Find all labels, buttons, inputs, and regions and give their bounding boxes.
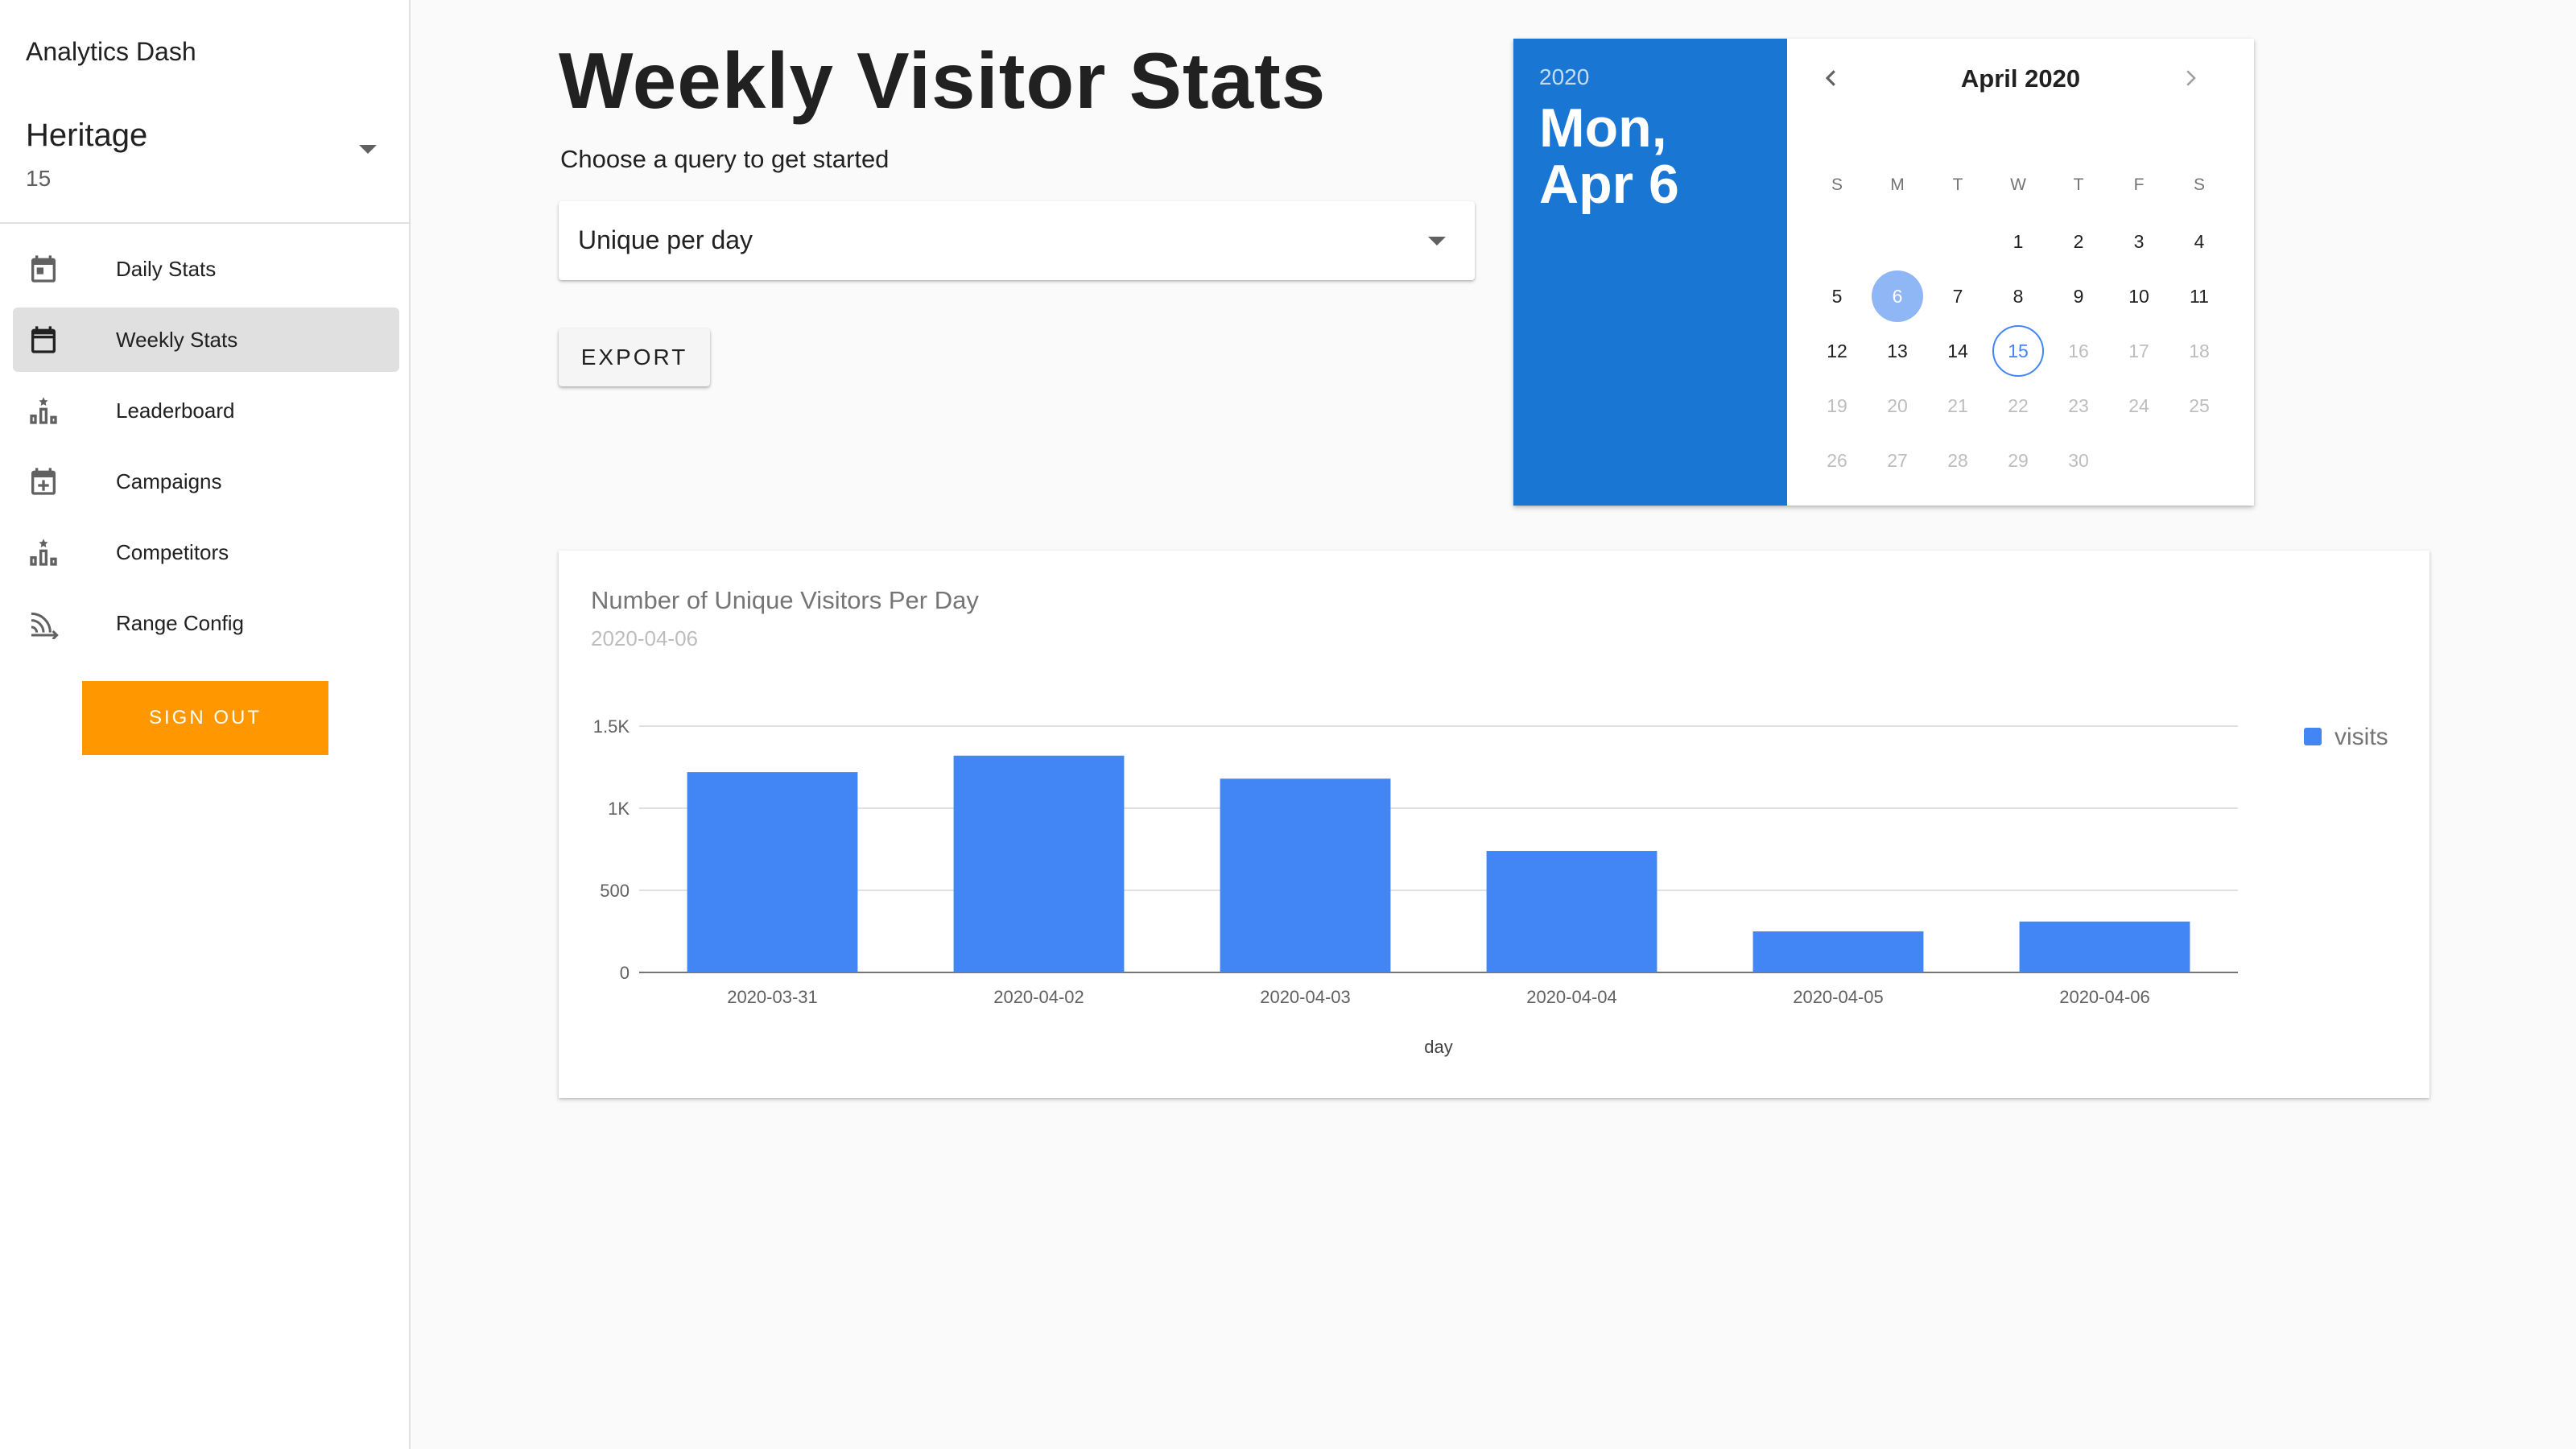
bar	[2019, 921, 2190, 972]
calendar-day: 26	[1827, 449, 1847, 471]
sidebar-item-label: Competitors	[116, 539, 229, 564]
calendar-day: 30	[2068, 449, 2089, 471]
calendar-plus-icon	[31, 468, 56, 495]
page-title: Weekly Visitor Stats	[559, 36, 1327, 125]
calendar-day[interactable]: 8	[1992, 270, 2044, 322]
y-tick-label: 1.5K	[593, 716, 630, 737]
bar	[1752, 931, 1924, 972]
calendar-day: 28	[1947, 449, 1968, 471]
sidebar: Analytics Dash Heritage 15 Daily Stats W…	[0, 0, 411, 1449]
date-picker-header: 2020 Mon, Apr 6	[1513, 39, 1787, 506]
weekday-label: S	[1831, 175, 1843, 194]
calendar-day[interactable]: 15	[1992, 325, 2044, 377]
calendar-day[interactable]: 12	[1811, 325, 1863, 377]
x-tick-label: 2020-04-04	[1526, 987, 1617, 1007]
weekday-label: T	[1952, 175, 1963, 194]
calendar-day: 22	[2008, 394, 2029, 416]
export-button[interactable]: EXPORT	[559, 328, 710, 386]
leaderboard-icon	[30, 539, 57, 566]
sidebar-divider	[0, 222, 409, 224]
calendar-week-icon	[31, 326, 56, 353]
page-subtitle: Choose a query to get started	[560, 145, 890, 173]
legend-swatch	[2304, 728, 2322, 745]
calendar-day[interactable]: 7	[1932, 270, 1984, 322]
range-icon	[31, 612, 59, 639]
weekday-label: S	[2193, 175, 2205, 194]
weekday-label: F	[2133, 175, 2145, 194]
date-picker: 2020 Mon, Apr 6 April 2020 SMTWTFS123456…	[1513, 39, 2254, 506]
project-count: 15	[26, 166, 52, 191]
date-picker-body: April 2020 S M T W T F S 1 2 3 4 5 6 7 8 9 10 11 12 13 14 15 1…	[1787, 39, 2254, 506]
chevron-right-icon[interactable]	[2178, 66, 2202, 90]
calendar-day[interactable]: 10	[2113, 270, 2165, 322]
calendar-day[interactable]: 11	[2174, 270, 2225, 322]
sidebar-nav: Daily Stats Weekly Stats Leaderboard Cam…	[13, 237, 399, 662]
bar	[687, 772, 858, 972]
calendar-day: 27	[1887, 449, 1908, 471]
sidebar-item-label: Leaderboard	[116, 398, 235, 423]
x-tick-label: 2020-04-03	[1260, 987, 1351, 1007]
bar	[1486, 851, 1657, 972]
calendar-day[interactable]: 1	[1992, 216, 2044, 267]
y-tick-label: 0	[620, 963, 630, 983]
weekday-label: T	[2073, 175, 2084, 194]
calendar-day: 18	[2189, 340, 2210, 361]
project-name[interactable]: Heritage	[26, 118, 147, 154]
y-tick-label: 1K	[608, 799, 630, 819]
legend-label: visits	[2334, 724, 2388, 750]
x-axis-label: day	[1424, 1037, 1452, 1057]
calendar-day: 19	[1827, 394, 1847, 416]
bar	[1220, 778, 1391, 972]
chevron-down-icon	[1428, 237, 1446, 246]
app-title: Analytics Dash	[26, 37, 196, 66]
x-tick-label: 2020-03-31	[727, 987, 818, 1007]
weekday-label: M	[1890, 175, 1905, 194]
query-select[interactable]: Unique per day	[559, 201, 1475, 280]
calendar-day[interactable]: 6	[1872, 270, 1923, 322]
sidebar-item-label: Range Config	[116, 610, 244, 635]
calendar-icon	[31, 255, 56, 283]
sidebar-item-daily-stats[interactable]: Daily Stats	[13, 237, 399, 301]
calendar-day[interactable]: 4	[2174, 216, 2225, 267]
calendar-day[interactable]: 9	[2053, 270, 2104, 322]
sign-out-button[interactable]: SIGN OUT	[82, 681, 328, 755]
calendar-day[interactable]: 2	[2053, 216, 2104, 267]
x-tick-label: 2020-04-06	[2059, 987, 2150, 1007]
date-picker-selected-date: Mon, Apr 6	[1539, 97, 1679, 215]
calendar-day: 20	[1887, 394, 1908, 416]
calendar-day[interactable]: 5	[1811, 270, 1863, 322]
sidebar-item-weekly-stats[interactable]: Weekly Stats	[13, 308, 399, 372]
calendar-day: 16	[2068, 340, 2089, 361]
calendar-day: 29	[2008, 449, 2029, 471]
calendar-day: 21	[1947, 394, 1968, 416]
sidebar-item-competitors[interactable]: Competitors	[13, 520, 399, 584]
chart-card: Number of Unique Visitors Per Day 2020-0…	[559, 551, 2429, 1098]
calendar-day[interactable]: 14	[1932, 325, 1984, 377]
sidebar-item-range-config[interactable]: Range Config	[13, 591, 399, 655]
date-picker-year[interactable]: 2020	[1539, 64, 1589, 90]
calendar-day[interactable]: 3	[2113, 216, 2165, 267]
bar	[953, 755, 1125, 972]
bar-chart: 0 500 1K 1.5K 2020-03-31 2020-04-02 2020-04-03…	[593, 716, 2388, 1057]
sidebar-item-label: Daily Stats	[116, 256, 217, 281]
calendar-day: 23	[2068, 394, 2089, 416]
calendar-day[interactable]: 13	[1872, 325, 1923, 377]
y-tick-label: 500	[600, 881, 630, 901]
x-tick-label: 2020-04-02	[993, 987, 1084, 1007]
sidebar-item-label: Campaigns	[116, 469, 222, 493]
leaderboard-icon	[30, 397, 57, 424]
calendar-day: 24	[2128, 394, 2149, 416]
sidebar-item-leaderboard[interactable]: Leaderboard	[13, 378, 399, 443]
sidebar-item-campaigns[interactable]: Campaigns	[13, 449, 399, 514]
calendar-day: 17	[2128, 340, 2149, 361]
x-tick-label: 2020-04-05	[1793, 987, 1884, 1007]
calendar-day: 25	[2189, 394, 2210, 416]
query-select-value: Unique per day	[578, 225, 753, 254]
weekday-label: W	[2010, 175, 2026, 194]
project-dropdown-icon[interactable]	[359, 145, 377, 154]
sidebar-item-label: Weekly Stats	[116, 327, 238, 352]
